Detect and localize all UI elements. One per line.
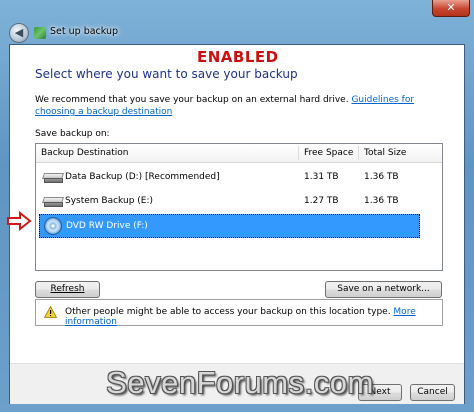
refresh-button-label: Refresh <box>50 284 85 294</box>
column-header-destination[interactable]: Backup Destination <box>41 148 129 158</box>
row-total-size: 1.36 TB <box>364 172 399 182</box>
warning-icon <box>44 306 57 318</box>
window-title: Set up backup <box>50 26 119 37</box>
row-destination-name: DVD RW Drive (F:) <box>66 221 148 231</box>
row-free-space: 1.27 TB <box>304 196 339 206</box>
info-box: Other people might be able to access you… <box>35 299 443 327</box>
row-destination-name: Data Backup (D:) [Recommended] <box>65 172 220 182</box>
column-header-total-size[interactable]: Total Size <box>364 148 406 158</box>
table-row[interactable]: System Backup (E:) 1.27 TB 1.36 TB <box>39 190 420 214</box>
destination-list[interactable]: Backup Destination Free Space Total Size… <box>35 143 443 271</box>
hard-drive-icon <box>41 173 65 183</box>
watermark: SevenForums.com <box>106 365 374 400</box>
red-arrow-icon <box>7 211 32 231</box>
list-header: Backup Destination Free Space Total Size <box>36 144 442 163</box>
save-on-network-button[interactable]: Save on a network... <box>325 281 442 298</box>
row-total-size: 1.36 TB <box>364 196 399 206</box>
dvd-drive-icon <box>44 217 64 237</box>
recommendation-body: We recommend that you save your backup o… <box>35 95 352 105</box>
enabled-annotation: ENABLED <box>197 48 279 66</box>
refresh-button[interactable]: Refresh <box>35 281 100 298</box>
column-header-free-space[interactable]: Free Space <box>304 148 353 158</box>
save-on-label: Save backup on: <box>35 129 110 139</box>
title-bar: ◀ Set up backup <box>6 22 466 44</box>
recommendation-text: We recommend that you save your backup o… <box>35 94 455 118</box>
backup-app-icon <box>34 27 46 39</box>
window-frame: ✕ ◀ Set up backup ENABLED Select where y… <box>0 0 474 412</box>
close-button[interactable]: ✕ <box>432 0 470 17</box>
table-row-selected[interactable]: DVD RW Drive (F:) <box>39 214 420 238</box>
cancel-button[interactable]: Cancel <box>410 384 455 401</box>
row-free-space: 1.31 TB <box>304 172 339 182</box>
info-message: Other people might be able to access you… <box>65 307 442 327</box>
page-heading: Select where you want to save your backu… <box>35 67 298 81</box>
row-destination-name: System Backup (E:) <box>65 196 154 206</box>
table-row[interactable]: Data Backup (D:) [Recommended] 1.31 TB 1… <box>39 166 420 190</box>
back-button[interactable]: ◀ <box>9 23 29 43</box>
column-separator <box>298 146 299 160</box>
column-separator <box>358 146 359 160</box>
hard-drive-icon <box>41 197 65 207</box>
dialog-client-area: ENABLED Select where you want to save yo… <box>9 44 465 404</box>
info-message-text: Other people might be able to access you… <box>65 307 394 317</box>
